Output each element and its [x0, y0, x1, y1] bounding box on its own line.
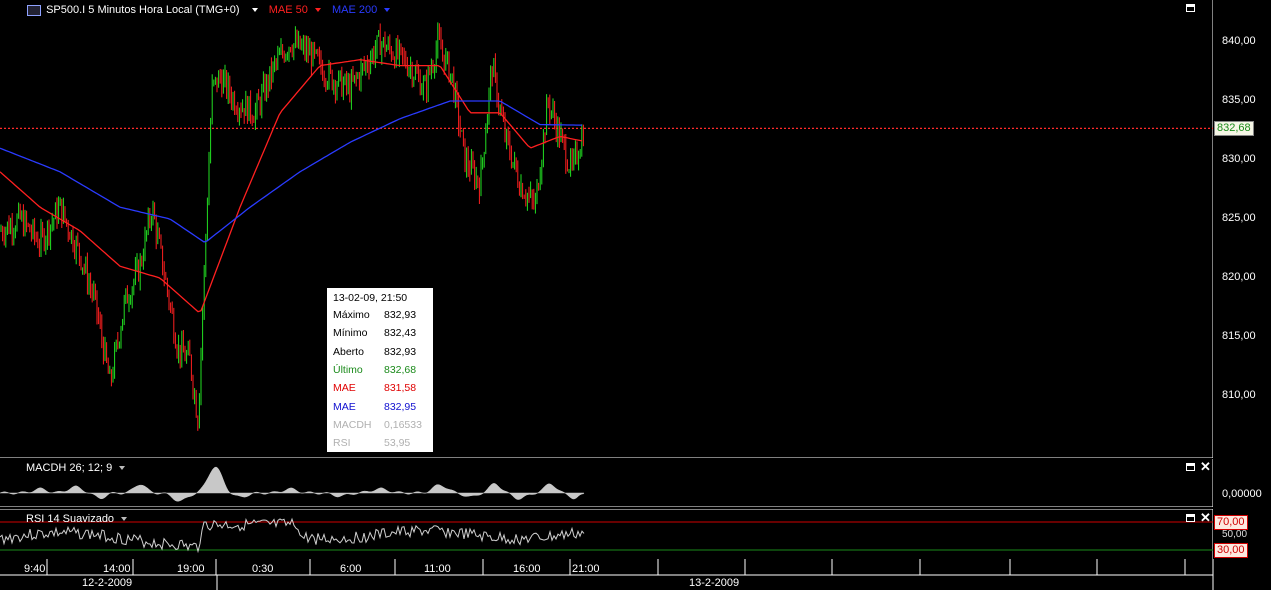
time-axis-label: 0:30 — [252, 563, 274, 575]
rsi-chart[interactable] — [0, 509, 1213, 559]
maximize-price-panel-button[interactable] — [1186, 4, 1195, 12]
indicator-mae50-caret[interactable] — [314, 8, 321, 13]
tooltip-label: RSI — [333, 437, 351, 450]
tooltip-datetime: 13-02-09, 21:50 — [333, 292, 408, 304]
macd-chart[interactable] — [0, 459, 1213, 507]
chart-title[interactable]: 5 Minutos Hora Local (TMG+0) — [88, 4, 239, 16]
rsi-panel-title[interactable]: RSI 14 Suavizado — [26, 513, 128, 525]
time-axis-label: 6:00 — [340, 563, 362, 575]
tooltip-label: Aberto — [333, 345, 364, 358]
tooltip-value: 0,16533 — [384, 418, 422, 431]
tooltip-value: 831,58 — [384, 382, 417, 395]
maximize-macd-panel-button[interactable] — [1186, 463, 1195, 471]
tooltip-value: 832,93 — [384, 345, 417, 358]
tooltip-label: Máximo — [333, 309, 370, 321]
chart-type-icon[interactable] — [27, 4, 41, 16]
symbol-label[interactable]: SP500.I — [46, 4, 85, 16]
current-price-badge: 832,68 — [1214, 121, 1254, 136]
indicator-mae50[interactable]: MAE 50 — [269, 4, 308, 16]
indicator-mae200-caret[interactable] — [384, 8, 391, 13]
macd-panel-title[interactable]: MACDH 26; 12; 9 — [26, 462, 126, 474]
tooltip-value: 832,93 — [384, 309, 417, 321]
tooltip-row: Último 832,68 — [333, 364, 429, 376]
macd-dropdown-caret[interactable] — [119, 466, 126, 471]
candles — [0, 22, 584, 431]
rsi-dropdown-caret[interactable] — [121, 517, 128, 522]
data-tooltip: 13-02-09, 21:50 Máximo 832,93 Mínimo 832,43… — [327, 288, 433, 452]
date-axis-label: 13-2-2009 — [689, 577, 740, 589]
indicator-mae200[interactable]: MAE 200 — [332, 4, 377, 16]
tooltip-value: 832,95 — [384, 400, 417, 413]
time-axis-label: 9:40 — [24, 563, 46, 575]
time-axis-label: 11:00 — [424, 563, 451, 575]
time-axis-label: 21:00 — [572, 563, 600, 575]
tooltip-value: 832,43 — [384, 327, 417, 340]
maximize-rsi-panel-button[interactable] — [1186, 514, 1195, 522]
tooltip-value: 832,68 — [384, 363, 417, 376]
price-axis-label: 825,00 — [1222, 212, 1256, 224]
close-macd-panel-icon[interactable]: ✕ — [1200, 460, 1211, 473]
price-axis-label: 840,00 — [1222, 35, 1256, 47]
symbol-dropdown-caret[interactable] — [251, 8, 258, 13]
price-axis-label: 815,00 — [1222, 330, 1256, 342]
time-axis-label: 16:00 — [513, 563, 541, 575]
tooltip-label: MAE — [333, 400, 356, 413]
close-rsi-panel-icon[interactable]: ✕ — [1200, 511, 1211, 524]
tooltip-label: Mínimo — [333, 327, 368, 340]
rsi-lower-badge: 30,00 — [1214, 543, 1248, 558]
tooltip-row: RSI 53,95 — [333, 437, 429, 449]
tooltip-label: MAE — [333, 382, 356, 395]
macd-title-label[interactable]: MACDH 26; 12; 9 — [26, 462, 112, 474]
macd-axis-label: 0,00000 — [1222, 488, 1262, 500]
tooltip-value: 53,95 — [384, 437, 411, 450]
tooltip-label: Último — [333, 363, 363, 376]
time-axis-label: 19:00 — [177, 563, 205, 575]
rsi-title-label[interactable]: RSI 14 Suavizado — [26, 513, 114, 525]
tooltip-row: MAE 831,58 — [333, 382, 429, 394]
price-axis-label: 810,00 — [1222, 389, 1256, 401]
tooltip-row: Máximo 832,93 — [333, 309, 429, 321]
tooltip-label: MACDH — [333, 418, 372, 431]
tooltip-row: MAE 832,95 — [333, 401, 429, 413]
price-axis-label: 835,00 — [1222, 94, 1256, 106]
time-axis-label: 14:00 — [103, 563, 131, 575]
price-chart[interactable] — [0, 0, 1213, 458]
price-axis-label: 820,00 — [1222, 271, 1256, 283]
tooltip-row: Mínimo 832,43 — [333, 327, 429, 339]
tooltip-row: MACDH 0,16533 — [333, 419, 429, 431]
rsi-mid-label: 50,00 — [1222, 529, 1248, 540]
date-axis-label: 12-2-2009 — [82, 577, 133, 589]
mae200-line — [0, 100, 583, 243]
chart-header: SP500.I 5 Minutos Hora Local (TMG+0) MAE… — [27, 4, 391, 16]
rsi-upper-badge: 70,00 — [1214, 515, 1248, 530]
price-axis-label: 830,00 — [1222, 153, 1256, 165]
tooltip-row: Aberto 832,93 — [333, 346, 429, 358]
